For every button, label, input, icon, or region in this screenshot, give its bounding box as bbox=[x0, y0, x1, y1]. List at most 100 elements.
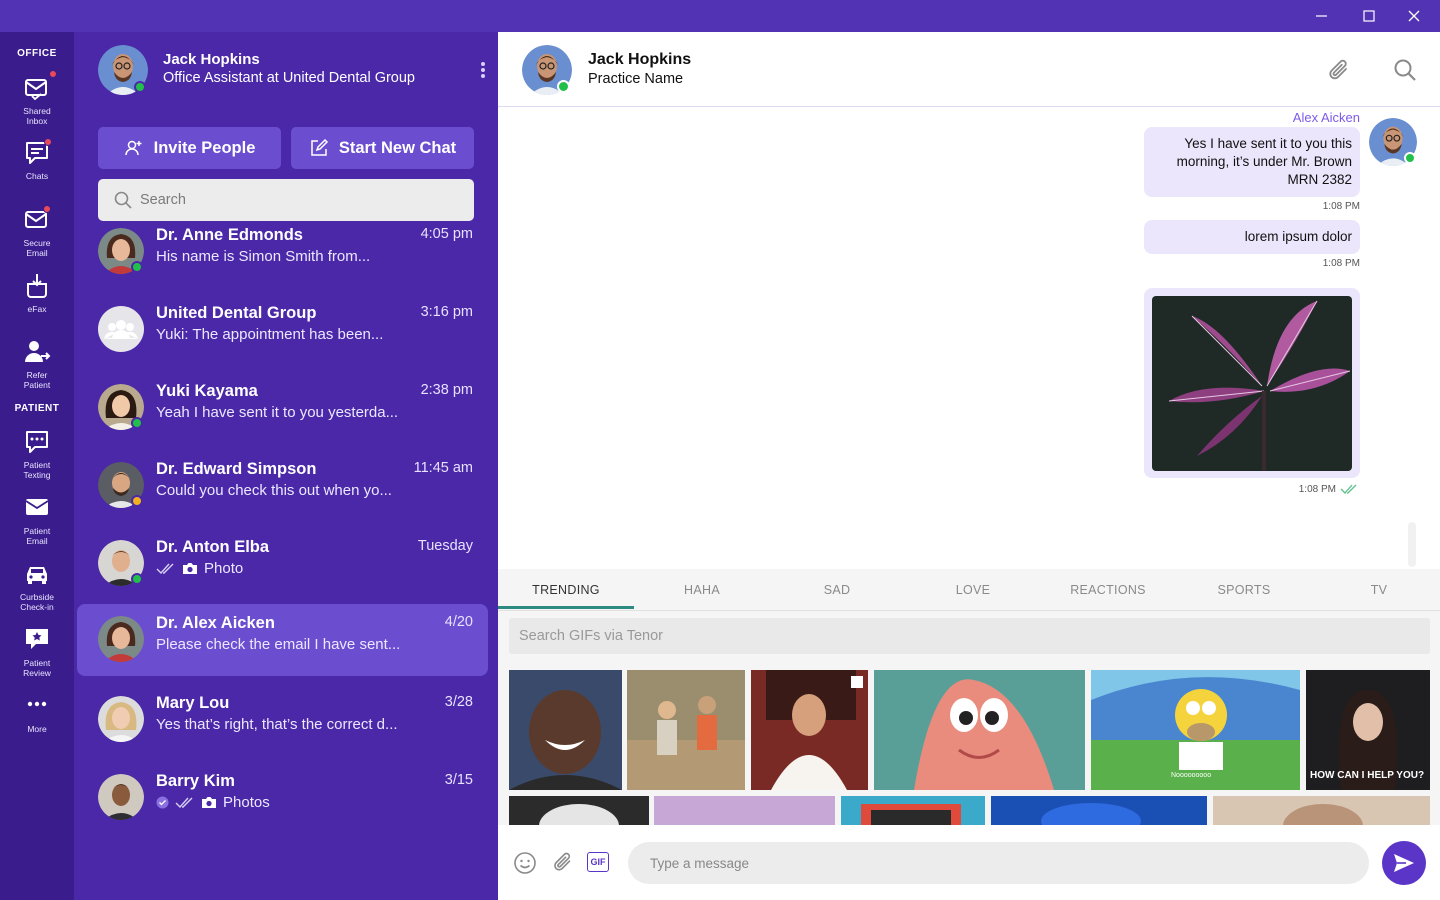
gif-button[interactable]: GIF bbox=[587, 852, 609, 872]
start-new-chat-button[interactable]: Start New Chat bbox=[291, 127, 474, 169]
chat-name: Dr. Edward Simpson bbox=[156, 460, 317, 478]
rail-label: Patient Review bbox=[23, 658, 51, 678]
rail-label: Secure Email bbox=[23, 238, 51, 258]
chat-list-item-active[interactable]: Dr. Alex Aicken 4/20 Please check the em… bbox=[77, 604, 488, 676]
message-bubble[interactable]: Yes I have sent it to you this morning, … bbox=[1144, 127, 1360, 197]
message-input[interactable] bbox=[650, 855, 1340, 871]
contact-avatar[interactable] bbox=[522, 45, 572, 95]
gif-thumbnail[interactable] bbox=[509, 796, 649, 825]
chat-list-item[interactable]: Dr. Edward Simpson 11:45 am Could you ch… bbox=[77, 450, 488, 522]
online-status-dot bbox=[131, 261, 143, 273]
chat-name: Dr. Alex Aicken bbox=[156, 614, 275, 632]
away-status-dot bbox=[131, 495, 143, 507]
chat-time: 2:38 pm bbox=[420, 382, 473, 398]
gif-thumbnail[interactable] bbox=[841, 796, 985, 825]
message-thread: Alex Aicken Yes I have sent it to you th… bbox=[498, 107, 1440, 569]
maximize-button[interactable] bbox=[1346, 0, 1392, 32]
chat-time: 4:05 pm bbox=[420, 226, 473, 242]
more-options-button[interactable] bbox=[478, 60, 488, 82]
chat-name: United Dental Group bbox=[156, 304, 317, 322]
chat-search[interactable] bbox=[98, 179, 474, 221]
chat-list-item[interactable]: Yuki Kayama 2:38 pm Yeah I have sent it … bbox=[77, 372, 488, 444]
message-time: 1:08 PM bbox=[1322, 258, 1360, 269]
double-check-icon bbox=[1340, 484, 1357, 494]
image-message[interactable] bbox=[1144, 288, 1360, 478]
gif-thumbnail[interactable]: Nooooooooo bbox=[1091, 670, 1300, 790]
gif-thumbnail[interactable] bbox=[509, 670, 622, 790]
chat-list-item[interactable]: United Dental Group 3:16 pm Yuki: The ap… bbox=[77, 294, 488, 366]
gif-thumbnail[interactable] bbox=[627, 670, 745, 790]
message-bubble[interactable]: lorem ipsum dolor bbox=[1144, 220, 1360, 254]
gif-search[interactable] bbox=[509, 618, 1430, 654]
chat-time: 11:45 am bbox=[413, 460, 473, 476]
tab-love[interactable]: LOVE bbox=[905, 583, 1041, 597]
my-avatar[interactable] bbox=[98, 45, 148, 95]
start-new-chat-label: Start New Chat bbox=[338, 138, 457, 157]
rail-item-efax[interactable]: eFax bbox=[0, 272, 74, 314]
attachments-button[interactable] bbox=[1326, 58, 1352, 89]
more-icon bbox=[23, 694, 51, 714]
gif-search-input[interactable] bbox=[519, 628, 1399, 644]
notification-dot bbox=[49, 70, 57, 78]
gif-thumbnail[interactable] bbox=[751, 670, 868, 790]
search-input[interactable] bbox=[140, 192, 440, 208]
review-icon bbox=[23, 626, 51, 654]
gif-thumbnail[interactable] bbox=[1213, 796, 1430, 825]
rail-item-more[interactable]: More bbox=[0, 694, 74, 734]
maximize-icon bbox=[1363, 10, 1375, 22]
app-rail: OFFICE Shared Inbox Chats Secure Email e… bbox=[0, 32, 74, 900]
rail-item-patient-texting[interactable]: Patient Texting bbox=[0, 428, 74, 480]
tab-reactions[interactable]: REACTIONS bbox=[1040, 583, 1176, 597]
message-input-wrapper[interactable] bbox=[628, 842, 1369, 884]
gif-thumbnail[interactable] bbox=[654, 796, 835, 825]
chat-list-item[interactable]: Mary Lou 3/28 Yes that’s right, that’s t… bbox=[77, 684, 488, 756]
shared-inbox-icon bbox=[23, 70, 57, 102]
chat-preview: Please check the email I have sent... bbox=[156, 636, 401, 653]
tab-haha[interactable]: HAHA bbox=[634, 583, 770, 597]
message-time: 1:08 PM bbox=[1322, 201, 1360, 212]
paperclip-icon bbox=[1329, 59, 1347, 80]
title-bar bbox=[0, 0, 1440, 32]
tab-trending[interactable]: TRENDING bbox=[498, 583, 634, 597]
my-title: Office Assistant at United Dental Group bbox=[163, 70, 416, 86]
search-conversation-button[interactable] bbox=[1393, 58, 1417, 87]
online-status-dot bbox=[131, 573, 143, 585]
tab-sports[interactable]: SPORTS bbox=[1176, 583, 1312, 597]
rail-item-patient-review[interactable]: Patient Review bbox=[0, 626, 74, 678]
chat-list-item[interactable]: Barry Kim 3/15 Photos bbox=[77, 762, 488, 834]
minimize-button[interactable] bbox=[1299, 0, 1345, 32]
gif-thumbnail[interactable] bbox=[991, 796, 1207, 825]
gif-thumbnail[interactable]: HOW CAN I HELP YOU? bbox=[1306, 670, 1430, 790]
invite-people-button[interactable]: Invite People bbox=[98, 127, 281, 169]
chat-preview: Yeah I have sent it to you yesterda... bbox=[156, 404, 399, 421]
gif-thumbnail[interactable] bbox=[874, 670, 1085, 790]
notification-dot bbox=[43, 205, 51, 213]
scrollbar[interactable] bbox=[1408, 522, 1416, 567]
attach-file-button[interactable] bbox=[551, 851, 575, 880]
rail-label: Shared Inbox bbox=[23, 106, 51, 126]
rail-item-secure-email[interactable]: Secure Email bbox=[0, 205, 74, 258]
chat-list-item[interactable]: Dr. Anne Edmonds 4:05 pm His name is Sim… bbox=[77, 221, 488, 288]
rail-item-refer-patient[interactable]: Refer Patient bbox=[0, 338, 74, 390]
emoji-button[interactable] bbox=[513, 851, 537, 880]
tab-tv[interactable]: TV bbox=[1311, 583, 1440, 597]
chat-list: Dr. Anne Edmonds 4:05 pm His name is Sim… bbox=[74, 221, 498, 861]
read-receipt-icon bbox=[156, 796, 169, 809]
rail-item-patient-email[interactable]: Patient Email bbox=[0, 494, 74, 546]
send-button[interactable] bbox=[1382, 841, 1426, 885]
chat-time: 4/20 bbox=[444, 614, 473, 630]
rail-item-chats[interactable]: Chats bbox=[0, 138, 74, 181]
close-button[interactable] bbox=[1391, 0, 1437, 32]
chat-list-item[interactable]: Dr. Anton Elba Tuesday Photo bbox=[77, 528, 488, 600]
patient-email-icon bbox=[23, 494, 51, 522]
chat-name: Barry Kim bbox=[156, 772, 235, 790]
add-user-icon bbox=[124, 140, 142, 156]
rail-item-shared-inbox[interactable]: Shared Inbox bbox=[0, 70, 74, 126]
refer-patient-icon bbox=[23, 338, 51, 366]
rail-item-curbside-checkin[interactable]: Curbside Check-in bbox=[0, 560, 74, 612]
avatar bbox=[98, 540, 144, 586]
chat-preview: Yuki: The appointment has been... bbox=[156, 326, 384, 343]
chat-name: Mary Lou bbox=[156, 694, 230, 712]
rail-label: Chats bbox=[25, 171, 49, 181]
tab-sad[interactable]: SAD bbox=[769, 583, 905, 597]
